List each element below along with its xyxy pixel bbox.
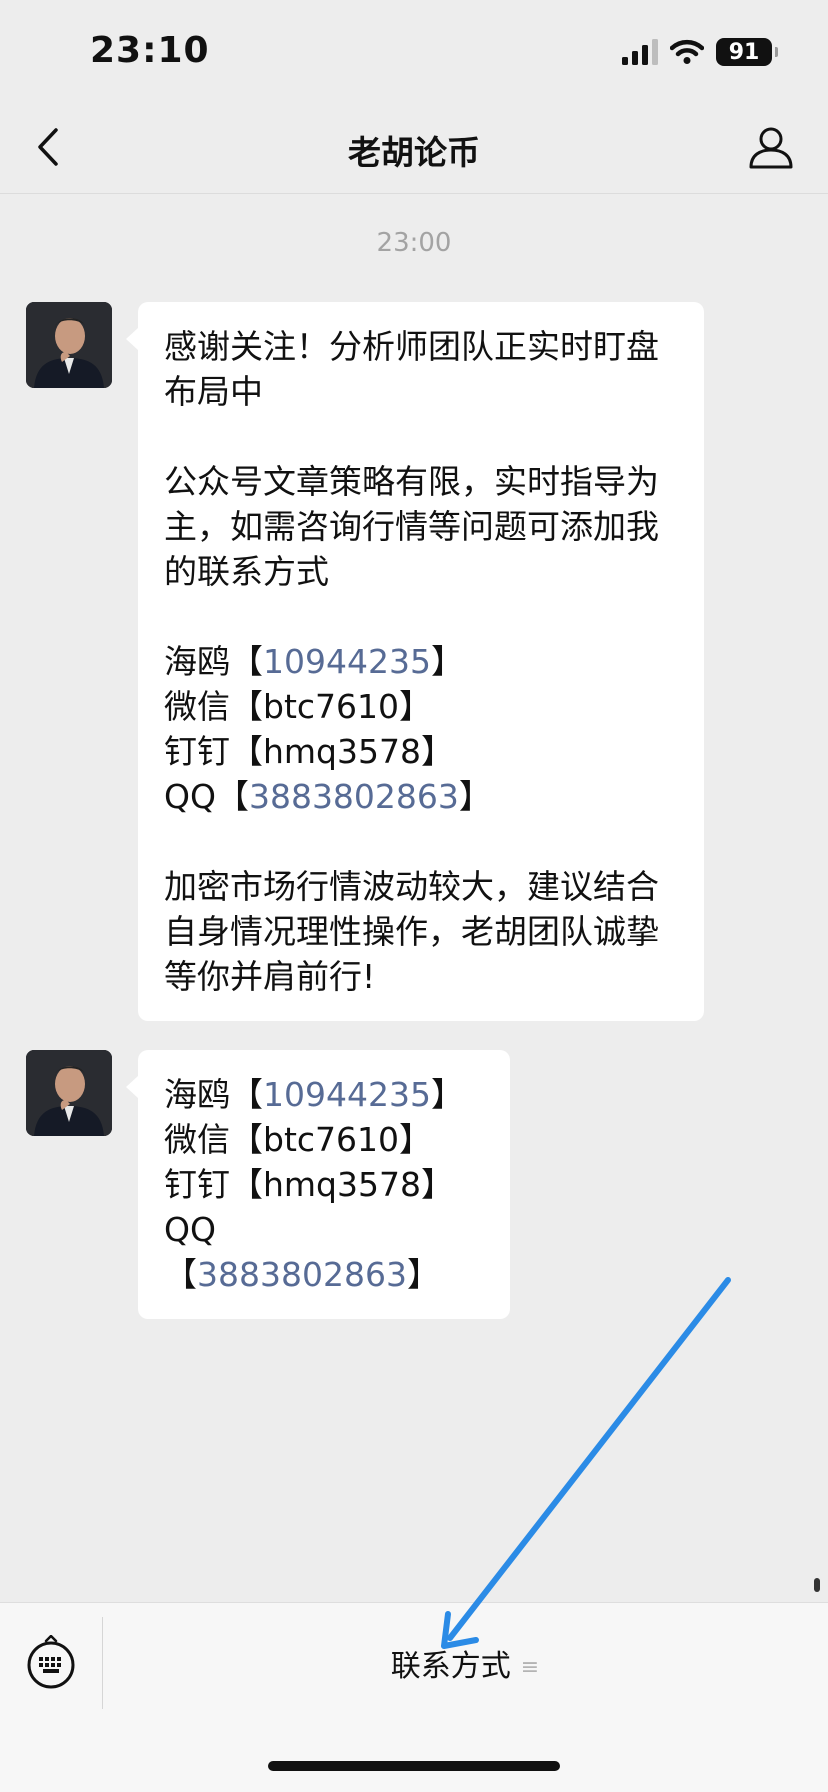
message-text: 感谢关注！分析师团队正实时盯盘布局中 [164,327,659,411]
status-time: 23:10 [90,30,210,71]
battery-indicator: 91 [716,38,778,66]
message-text: 加密市场行情波动较大，建议结合自身情况理性操作，老胡团队诚挚等你并肩前行! [164,867,659,996]
menu-item-contact[interactable]: 联系方式 ≡ [102,1641,828,1685]
contact-line: 微信【btc7610】 [164,1120,433,1159]
wifi-icon [670,39,704,64]
status-bar: 23:10 91 [0,0,828,100]
phone-link[interactable]: 3883802863 [197,1255,407,1294]
home-indicator [268,1761,560,1771]
menu-list-icon: ≡ [520,1655,540,1680]
contact-line: 海鸥【10944235】 [164,642,464,681]
avatar[interactable] [26,1050,112,1136]
phone-link[interactable]: 10944235 [263,1075,431,1114]
message-text: 公众号文章策略有限，实时指导为主，如需咨询行情等问题可添加我的联系方式 [164,462,659,591]
message-bubble[interactable]: 海鸥【10944235】 微信【btc7610】 钉钉【hmq3578】 QQ【… [126,1050,510,1319]
contact-line: 微信【btc7610】 [164,687,433,726]
status-icons: 91 [622,38,778,66]
cellular-signal-icon [622,39,658,65]
menu-item-label: 联系方式 [390,1649,511,1684]
contact-line: QQ【3883802863】 [164,777,492,816]
bottom-menu-bar: 联系方式 ≡ [0,1602,828,1792]
avatar-image [26,1050,112,1136]
nav-bar: 老胡论币 [0,100,828,194]
chat-title: 老胡论币 [348,133,480,172]
keyboard-icon[interactable] [24,1635,78,1689]
avatar-image [26,302,112,388]
message-bubble[interactable]: 感谢关注！分析师团队正实时盯盘布局中 公众号文章策略有限，实时指导为主，如需咨询… [126,302,704,1021]
scrollbar[interactable] [814,1578,820,1592]
message-timestamp: 23:00 [376,228,452,258]
contact-line: 钉钉【hmq3578】 [164,732,454,771]
avatar[interactable] [26,302,112,388]
contact-line: 钉钉【hmq3578】 [164,1165,454,1204]
contact-line: 海鸥【10944235】 [164,1075,464,1114]
phone-link[interactable]: 10944235 [263,642,431,681]
person-icon[interactable] [746,122,796,172]
phone-link[interactable]: 3883802863 [249,777,459,816]
contact-line: QQ【3883802863】 [164,1210,440,1294]
